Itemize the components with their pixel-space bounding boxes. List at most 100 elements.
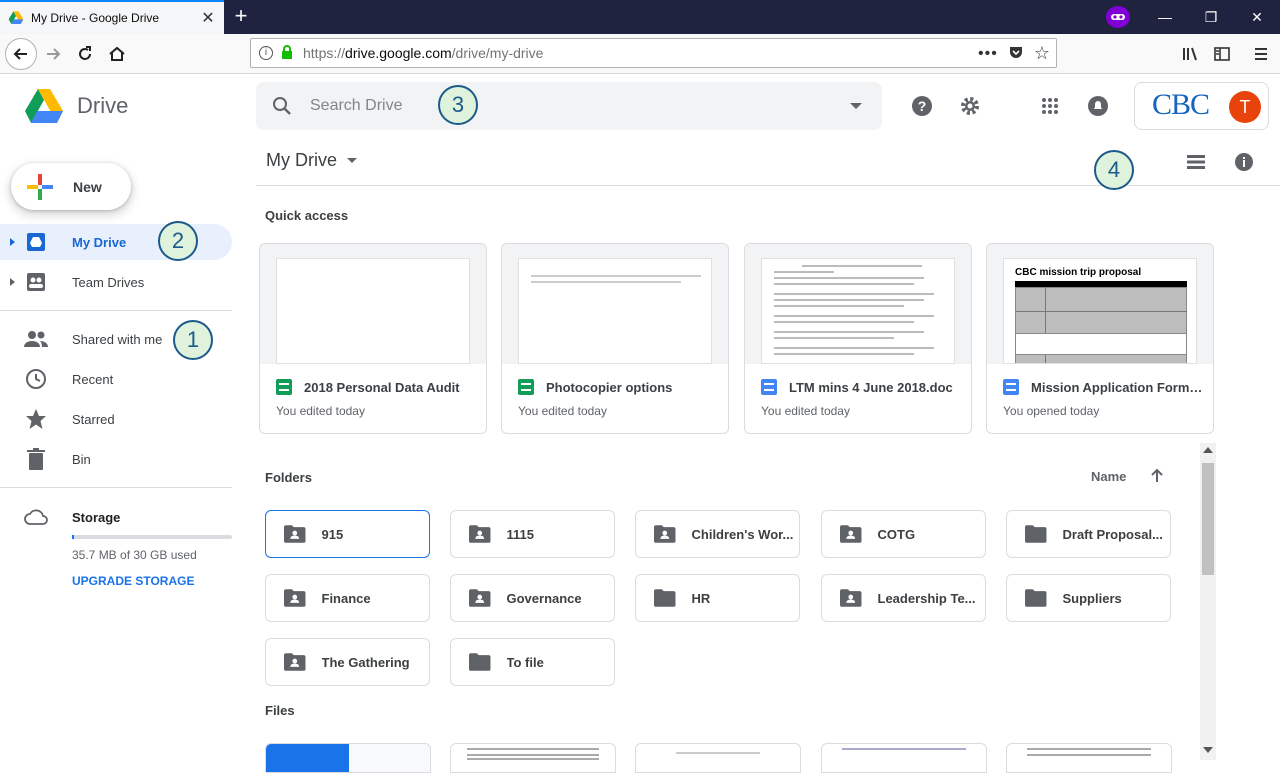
folder-item[interactable]: Children's Wor...	[635, 510, 800, 558]
folder-item[interactable]: Leadership Te...	[821, 574, 986, 622]
home-icon[interactable]	[104, 41, 130, 67]
new-tab-icon[interactable]: +	[230, 5, 252, 27]
folder-item[interactable]: HR	[635, 574, 800, 622]
shared-folder-icon	[469, 589, 491, 607]
thumbnail-heading: CBC mission trip proposal	[1015, 267, 1142, 278]
file-card[interactable]	[821, 743, 987, 773]
page-actions-icon[interactable]: •••	[978, 45, 998, 63]
folder-item[interactable]: Governance	[450, 574, 615, 622]
list-view-icon[interactable]	[1184, 150, 1208, 174]
quick-access-card[interactable]: Photocopier options You edited today	[501, 243, 729, 434]
svg-text:?: ?	[918, 98, 927, 114]
folder-name: Draft Proposal...	[1062, 526, 1163, 542]
annotation-badge: 1	[173, 320, 213, 360]
folder-name: HR	[691, 590, 711, 606]
folder-item[interactable]: To file	[450, 638, 615, 686]
notifications-bell-icon[interactable]	[1086, 94, 1110, 118]
bookmark-star-icon[interactable]: ☆	[1034, 43, 1050, 64]
browser-tab[interactable]: My Drive - Google Drive ✕	[0, 0, 224, 34]
back-icon[interactable]	[5, 38, 37, 70]
sort-name-button[interactable]: Name	[1091, 469, 1126, 484]
breadcrumb[interactable]: My Drive	[266, 150, 357, 171]
page-title: My Drive	[266, 150, 337, 170]
expand-arrow-icon[interactable]	[10, 238, 15, 246]
quick-access-card[interactable]: CBC mission trip proposal Mission Applic…	[986, 243, 1214, 434]
avatar[interactable]: T	[1229, 91, 1261, 123]
close-tab-icon[interactable]: ✕	[200, 10, 216, 27]
settings-gear-icon[interactable]	[958, 94, 982, 118]
drive-logo[interactable]: Drive	[25, 89, 128, 123]
file-name: 2018 Personal Data Audit	[304, 379, 460, 395]
scroll-up-icon[interactable]	[1203, 447, 1213, 453]
folder-item[interactable]: Suppliers	[1006, 574, 1171, 622]
drive-logo-icon	[25, 89, 63, 123]
storage-label: Storage	[72, 509, 121, 525]
new-button[interactable]: New	[11, 163, 131, 210]
close-window-icon[interactable]: ✕	[1247, 7, 1267, 27]
sidebar-item-bin[interactable]: Bin	[0, 441, 232, 477]
sidebar-item-storage[interactable]: Storage	[0, 499, 232, 535]
my-drive-icon	[24, 230, 48, 254]
apps-grid-icon[interactable]	[1038, 94, 1062, 118]
quick-access-card[interactable]: LTM mins 4 June 2018.doc You edited toda…	[744, 243, 972, 434]
sidebar-divider	[0, 310, 232, 311]
folder-name: Children's Wor...	[691, 526, 794, 542]
files-heading: Files	[265, 703, 295, 718]
folder-name: Governance	[506, 590, 582, 606]
upgrade-storage-link[interactable]: UPGRADE STORAGE	[72, 574, 194, 588]
browser-nav-bar: i https://drive.google.com/drive/my-driv…	[0, 34, 1280, 74]
expand-arrow-icon[interactable]	[10, 278, 15, 286]
folder-item[interactable]: 915	[265, 510, 430, 558]
sheets-icon	[518, 379, 534, 395]
sidebar-item-label: Recent	[72, 371, 114, 387]
file-thumbnail	[745, 244, 971, 364]
sidebar-toggle-icon[interactable]	[1209, 41, 1235, 67]
search-options-icon[interactable]	[850, 103, 862, 109]
sidebar-item-label: Shared with me	[72, 331, 163, 347]
folder-item[interactable]: Finance	[265, 574, 430, 622]
chevron-down-icon	[347, 158, 357, 163]
help-icon[interactable]: ?	[910, 94, 934, 118]
info-icon[interactable]: i	[259, 46, 273, 60]
sidebar-item-label: Team Drives	[72, 274, 145, 290]
search-bar[interactable]: Search Drive	[256, 82, 882, 130]
account-switcher[interactable]: CBC T	[1134, 82, 1269, 130]
reload-icon[interactable]	[72, 41, 98, 67]
folder-item[interactable]: The Gathering	[265, 638, 430, 686]
url-bar[interactable]: i https://drive.google.com/drive/my-driv…	[250, 38, 1057, 68]
sidebar-item-team-drives[interactable]: Team Drives	[0, 264, 232, 300]
sort-ascending-icon[interactable]	[1148, 467, 1166, 485]
quick-access-card[interactable]: 2018 Personal Data Audit You edited toda…	[259, 243, 487, 434]
file-card[interactable]	[265, 743, 431, 773]
scroll-down-icon[interactable]	[1203, 747, 1213, 753]
trash-icon	[24, 447, 48, 471]
folder-item[interactable]: COTG	[821, 510, 986, 558]
file-card[interactable]	[450, 743, 616, 773]
sidebar-item-recent[interactable]: Recent	[0, 361, 232, 397]
search-icon[interactable]	[272, 96, 292, 116]
folder-icon	[469, 653, 491, 671]
file-card[interactable]	[1006, 743, 1172, 773]
menu-icon[interactable]	[1248, 41, 1274, 67]
url-scheme: https://	[303, 45, 346, 61]
file-card[interactable]	[635, 743, 801, 773]
annotation-badge: 3	[438, 85, 478, 125]
details-info-icon[interactable]	[1232, 150, 1256, 174]
minimize-icon[interactable]: —	[1155, 7, 1175, 27]
sidebar-item-starred[interactable]: Starred	[0, 401, 232, 437]
restore-icon[interactable]: ❐	[1201, 7, 1221, 27]
forward-icon[interactable]	[40, 41, 66, 67]
file-activity: You edited today	[276, 404, 365, 418]
file-thumbnail: CBC mission trip proposal	[987, 244, 1213, 364]
file-thumbnail	[260, 244, 486, 364]
library-icon[interactable]	[1178, 41, 1204, 67]
folder-item[interactable]: Draft Proposal...	[1006, 510, 1171, 558]
folder-item[interactable]: 1115	[450, 510, 615, 558]
scrollbar-thumb[interactable]	[1202, 463, 1214, 575]
search-input[interactable]: Search Drive	[310, 97, 402, 115]
storage-used-text: 35.7 MB of 30 GB used	[72, 548, 197, 562]
pocket-icon[interactable]	[1008, 44, 1024, 63]
annotation-badge: 2	[158, 221, 198, 261]
scrollbar[interactable]	[1200, 443, 1216, 760]
browser-tab-bar: My Drive - Google Drive ✕ + — ❐ ✕	[0, 0, 1280, 34]
